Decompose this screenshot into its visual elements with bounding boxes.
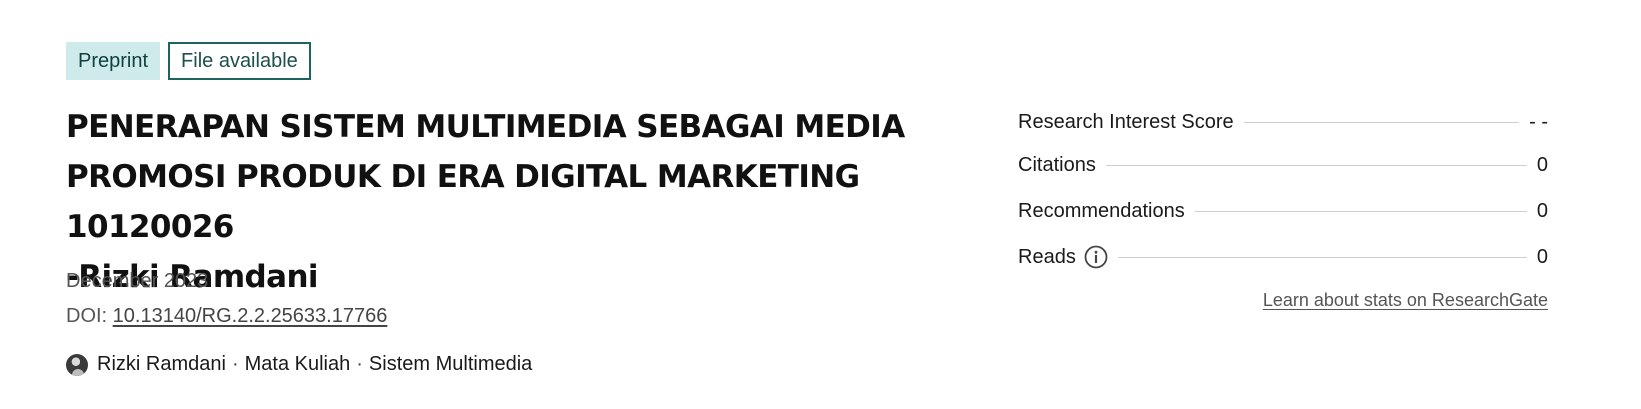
learn-about-stats-link[interactable]: Learn about stats on ResearchGate	[1263, 290, 1548, 311]
stat-row-citations: Citations 0	[1018, 142, 1548, 188]
info-icon[interactable]	[1084, 245, 1108, 269]
preprint-badge: Preprint	[66, 42, 161, 80]
stat-divider	[1194, 210, 1527, 212]
title-line-2: PROMOSI PRODUK DI ERA DIGITAL MARKETING …	[66, 159, 860, 245]
stat-value: 0	[1536, 245, 1548, 268]
author-row: Rizki Ramdani · Mata Kuliah · Sistem Mul…	[66, 353, 532, 376]
stat-divider	[1117, 256, 1527, 258]
stat-divider	[1105, 164, 1527, 166]
stat-label: Recommendations	[1018, 199, 1185, 222]
doi-label: DOI:	[66, 305, 113, 327]
title-line-1: PENERAPAN SISTEM MULTIMEDIA SEBAGAI MEDI…	[66, 109, 905, 145]
stat-row-recommendations: Recommendations 0	[1018, 188, 1548, 234]
file-available-badge[interactable]: File available	[168, 42, 311, 80]
doi-row: DOI: 10.13140/RG.2.2.25633.17766	[66, 305, 387, 328]
stats-panel: Research Interest Score - - Citations 0 …	[1018, 102, 1548, 280]
course-link[interactable]: Mata Kuliah	[245, 353, 351, 376]
separator: ·	[356, 353, 363, 375]
stat-label: Citations	[1018, 153, 1096, 176]
avatar[interactable]	[66, 353, 88, 376]
subject-link[interactable]: Sistem Multimedia	[369, 353, 532, 376]
stat-row-research-interest: Research Interest Score - -	[1018, 102, 1548, 142]
badge-group: Preprint File available	[66, 42, 311, 80]
stat-label: Reads	[1018, 245, 1076, 268]
doi-link[interactable]: 10.13140/RG.2.2.25633.17766	[113, 305, 388, 327]
author-name-link[interactable]: Rizki Ramdani	[97, 353, 226, 376]
stat-row-reads: Reads 0	[1018, 234, 1548, 280]
stat-label: Research Interest Score	[1018, 110, 1234, 133]
publication-date: December 2023	[66, 270, 209, 292]
stat-divider	[1243, 121, 1520, 123]
separator: ·	[231, 353, 239, 375]
stat-value: - -	[1529, 110, 1548, 133]
stat-value: 0	[1536, 199, 1548, 222]
stat-value: 0	[1536, 153, 1548, 176]
